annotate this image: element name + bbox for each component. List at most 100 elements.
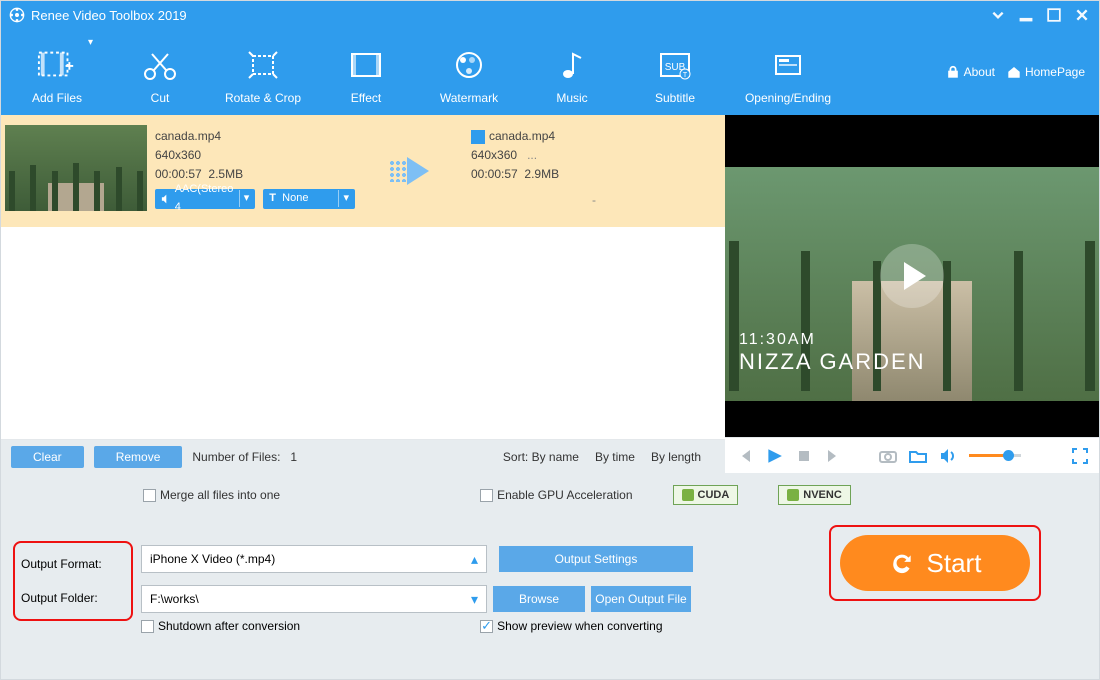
play-button[interactable] xyxy=(765,447,783,465)
toolbar-add-files[interactable]: ▾ Add Files xyxy=(7,33,107,111)
target-res-extra: ... xyxy=(527,148,537,162)
app-logo-icon xyxy=(9,7,25,23)
merge-checkbox[interactable]: Merge all files into one xyxy=(143,488,280,502)
output-format-label: Output Format: xyxy=(21,557,131,571)
watermark-icon xyxy=(449,43,489,87)
speaker-icon xyxy=(161,193,172,205)
player-controls xyxy=(725,437,1099,473)
chevron-up-icon: ▴ xyxy=(471,551,478,568)
stop-button[interactable] xyxy=(795,447,813,465)
sort-label: Sort: By name xyxy=(503,450,579,464)
output-panel: Merge all files into one Enable GPU Acce… xyxy=(1,473,1099,647)
target-resolution: 640x360 xyxy=(471,148,517,162)
conversion-arrow-icon xyxy=(347,115,471,227)
scissors-icon xyxy=(140,43,180,87)
target-duration: 00:00:57 xyxy=(471,167,518,181)
toolbar-subtitle[interactable]: SUBT Subtitle xyxy=(625,33,725,111)
snapshot-button[interactable] xyxy=(879,447,897,465)
output-format-value: iPhone X Video (*.mp4) xyxy=(150,552,275,566)
toolbar-cut[interactable]: Cut xyxy=(110,33,210,111)
clear-button[interactable]: Clear xyxy=(11,446,84,468)
edit-icon xyxy=(471,130,485,144)
home-icon xyxy=(1007,65,1021,79)
audio-track-selector[interactable]: AAC(Stereo 4▾ xyxy=(155,189,255,209)
fullscreen-button[interactable] xyxy=(1071,447,1089,465)
shutdown-label: Shutdown after conversion xyxy=(158,619,300,633)
lock-icon xyxy=(946,65,960,79)
volume-button[interactable] xyxy=(939,447,957,465)
toolbar-label: Cut xyxy=(151,91,170,105)
output-settings-button[interactable]: Output Settings xyxy=(499,546,693,572)
prev-button[interactable] xyxy=(735,447,753,465)
next-button[interactable] xyxy=(825,447,843,465)
toolbar-rotate-crop[interactable]: Rotate & Crop xyxy=(213,33,313,111)
sort-by-time[interactable]: By time xyxy=(595,450,635,464)
output-folder-select[interactable]: F:\works\ ▾ xyxy=(141,585,487,613)
source-file-info: canada.mp4 640x360 00:00:57 2.5MB AAC(St… xyxy=(147,115,347,227)
target-dash: - xyxy=(592,193,596,207)
add-files-icon xyxy=(37,43,77,87)
start-label: Start xyxy=(927,548,982,579)
source-file-name: canada.mp4 xyxy=(155,127,339,146)
toolbar-label: Effect xyxy=(351,91,381,105)
nvidia-icon xyxy=(682,489,694,501)
target-file-name: canada.mp4 xyxy=(489,129,555,143)
toolbar-label: Music xyxy=(556,91,587,105)
toolbar-label: Rotate & Crop xyxy=(225,91,301,105)
homepage-button[interactable]: HomePage xyxy=(1007,65,1085,79)
file-list-empty-area xyxy=(1,227,725,439)
shutdown-checkbox[interactable]: Shutdown after conversion xyxy=(141,619,300,633)
output-format-select[interactable]: iPhone X Video (*.mp4) ▴ xyxy=(141,545,487,573)
main-area: canada.mp4 640x360 00:00:57 2.5MB AAC(St… xyxy=(1,115,1099,473)
about-label: About xyxy=(964,65,995,79)
chevron-down-icon: ▾ xyxy=(88,37,93,48)
toolbar-watermark[interactable]: Watermark xyxy=(419,33,519,111)
svg-text:T: T xyxy=(683,72,688,79)
gpu-checkbox[interactable]: Enable GPU Acceleration xyxy=(480,488,632,502)
app-title: Renee Video Toolbox 2019 xyxy=(31,8,187,23)
show-preview-label: Show preview when converting xyxy=(497,619,662,633)
play-overlay-icon[interactable] xyxy=(880,244,944,308)
maximize-button[interactable] xyxy=(1045,6,1063,24)
list-controls: Clear Remove Number of Files: 1 Sort: By… xyxy=(1,439,725,473)
audio-chip-label: AAC(Stereo 4 xyxy=(175,181,235,216)
sort-by-name[interactable]: By name xyxy=(532,450,579,464)
highlight-output-labels: Output Format: Output Folder: xyxy=(13,541,133,621)
card-icon xyxy=(768,43,808,87)
about-button[interactable]: About xyxy=(946,65,995,79)
source-size: 2.5MB xyxy=(208,167,243,181)
open-output-file-button[interactable]: Open Output File xyxy=(591,586,691,612)
music-note-icon xyxy=(552,43,592,87)
toolbar-music[interactable]: Music xyxy=(522,33,622,111)
browse-button[interactable]: Browse xyxy=(493,586,585,612)
preview-overlay-text: 11:30AM NIZZA GARDEN xyxy=(739,331,926,375)
nvenc-badge: NVENC xyxy=(778,485,851,505)
highlight-start: Start xyxy=(829,525,1041,601)
video-preview[interactable]: 11:30AM NIZZA GARDEN xyxy=(725,115,1099,437)
subtitle-chip-label: None xyxy=(282,190,308,208)
film-icon xyxy=(346,43,386,87)
minimize-button[interactable] xyxy=(1017,6,1035,24)
close-button[interactable] xyxy=(1073,6,1091,24)
file-count-label: Number of Files: xyxy=(192,450,280,464)
volume-slider[interactable] xyxy=(969,454,1021,457)
source-thumbnail xyxy=(5,125,147,211)
crop-icon xyxy=(243,43,283,87)
toolbar-opening-ending[interactable]: Opening/Ending xyxy=(728,33,848,111)
show-preview-checkbox[interactable]: Show preview when converting xyxy=(480,619,662,633)
file-row[interactable]: canada.mp4 640x360 00:00:57 2.5MB AAC(St… xyxy=(1,115,725,227)
start-button[interactable]: Start xyxy=(840,535,1030,591)
gpu-label: Enable GPU Acceleration xyxy=(497,488,632,502)
target-size: 2.9MB xyxy=(524,167,559,181)
dropdown-menu-button[interactable] xyxy=(989,6,1007,24)
sort-by-length[interactable]: By length xyxy=(651,450,701,464)
source-resolution: 640x360 xyxy=(155,146,339,165)
remove-button[interactable]: Remove xyxy=(94,446,183,468)
toolbar-label: Subtitle xyxy=(655,91,695,105)
toolbar-effect[interactable]: Effect xyxy=(316,33,416,111)
subtitle-track-selector[interactable]: T None▾ xyxy=(263,189,355,209)
refresh-icon xyxy=(889,550,915,576)
open-folder-button[interactable] xyxy=(909,447,927,465)
source-duration: 00:00:57 xyxy=(155,167,202,181)
homepage-label: HomePage xyxy=(1025,65,1085,79)
